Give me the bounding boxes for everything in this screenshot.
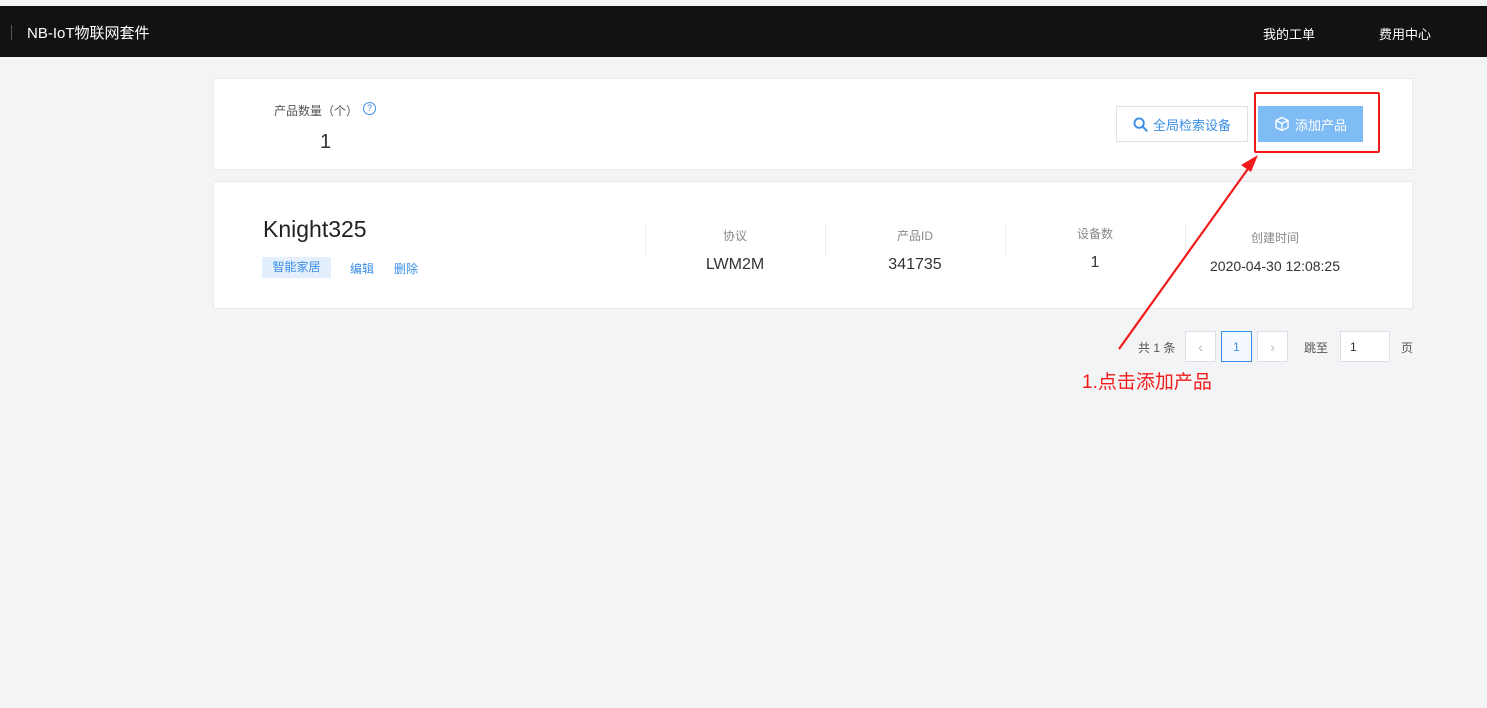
edit-product-link[interactable]: 编辑 <box>350 260 374 277</box>
product-category-tag: 智能家居 <box>262 257 331 278</box>
protocol-column: 协议 LWM2M <box>645 227 825 274</box>
navbar-divider <box>11 25 12 40</box>
product-count-label: 产品数量（个） <box>274 104 359 118</box>
global-search-devices-label: 全局检索设备 <box>1152 117 1231 133</box>
protocol-value: LWM2M <box>705 256 765 273</box>
product-id-column: 产品ID 341735 <box>825 227 1005 274</box>
nav-billing-center[interactable]: 费用中心 <box>1379 24 1431 43</box>
previous-page-button[interactable]: ‹ <box>1185 331 1216 362</box>
protocol-label: 协议 <box>722 229 747 243</box>
top-navbar: NB-IoT物联网套件 我的工单 费用中心 <box>0 6 1487 57</box>
jump-page-input[interactable] <box>1340 331 1390 362</box>
search-icon <box>1133 116 1148 132</box>
nav-my-tickets[interactable]: 我的工单 <box>1263 24 1315 43</box>
annotation-text: 1.点击添加产品 <box>1082 372 1212 393</box>
help-icon[interactable]: ? <box>363 102 376 115</box>
global-search-devices-button[interactable]: 全局检索设备 <box>1116 106 1248 142</box>
chevron-right-icon: › <box>1270 338 1275 355</box>
created-time-value: 2020-04-30 12:08:25 <box>1210 258 1340 274</box>
product-id-label: 产品ID <box>896 229 933 243</box>
created-time-label: 创建时间 <box>1250 231 1299 245</box>
product-summary-card: 产品数量（个） ? 1 全局检索设备 添加产品 <box>213 78 1413 170</box>
product-count-value: 1 <box>320 131 332 153</box>
next-page-button[interactable]: › <box>1257 331 1288 362</box>
page-suffix-label: 页 <box>1401 341 1414 355</box>
device-count-column: 设备数 1 <box>1005 225 1185 272</box>
annotation-highlight-box <box>1254 92 1380 153</box>
pagination-total: 共 1 条 <box>1138 341 1176 355</box>
product-name[interactable]: Knight325 <box>263 216 367 243</box>
product-card[interactable]: Knight325 智能家居 编辑 删除 协议 LWM2M 产品ID 34173… <box>213 181 1413 309</box>
chevron-left-icon: ‹ <box>1198 338 1203 355</box>
delete-product-link[interactable]: 删除 <box>394 260 418 277</box>
device-count-value: 1 <box>1090 254 1100 271</box>
product-id-value: 341735 <box>888 256 942 273</box>
app-title[interactable]: NB-IoT物联网套件 <box>27 22 150 43</box>
page-number-button[interactable]: 1 <box>1221 331 1252 362</box>
created-time-column: 创建时间 2020-04-30 12:08:25 <box>1185 229 1365 274</box>
device-count-label: 设备数 <box>1076 227 1113 241</box>
jump-to-label: 跳至 <box>1304 341 1329 355</box>
